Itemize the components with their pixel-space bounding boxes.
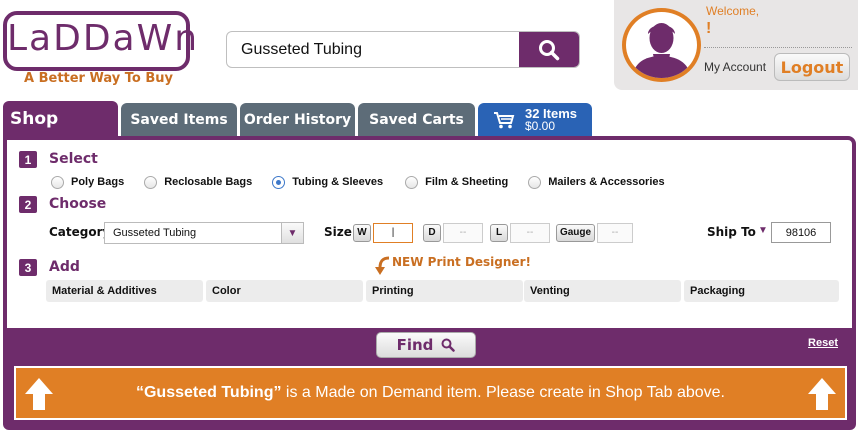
new-print-designer-text: NEW Print Designer! xyxy=(392,255,531,269)
category-value: Gusseted Tubing xyxy=(113,227,197,239)
made-on-demand-notice: “Gusseted Tubing” is a Made on Demand it… xyxy=(14,366,847,420)
gauge-field: Gauge -- xyxy=(556,222,633,243)
cart-item-count: 32 Items xyxy=(524,105,578,121)
category-select[interactable]: Gusseted Tubing ▼ xyxy=(104,222,304,244)
product-type-group: Poly Bags Reclosable Bags Tubing & Sleev… xyxy=(51,174,685,190)
add-color[interactable]: Color xyxy=(206,280,363,302)
account-panel: Welcome, ! My Account Logout xyxy=(614,0,858,90)
curved-arrow-icon xyxy=(375,256,390,275)
avatar xyxy=(622,8,701,82)
size-label: Size xyxy=(324,225,352,239)
logo[interactable]: LaDDaWn xyxy=(3,11,200,71)
radio-mailers-accessories[interactable]: Mailers & Accessories xyxy=(528,175,665,189)
tagline: A Better Way To Buy xyxy=(24,71,173,86)
step-number-add: 3 xyxy=(19,259,37,276)
logo-text: LaDDaWn xyxy=(7,18,200,59)
radio-label: Tubing & Sleeves xyxy=(292,176,384,188)
depth-tag: D xyxy=(423,223,441,242)
notice-item-name: “Gusseted Tubing” xyxy=(135,384,282,401)
radio-label: Film & Sheeting xyxy=(425,176,509,188)
shop-panel: 1 Select Poly Bags Reclosable Bags Tubin… xyxy=(3,136,856,332)
tab-cart[interactable]: 32 Items $0.00 xyxy=(478,103,592,136)
tab-saved-carts[interactable]: Saved Carts xyxy=(358,103,475,136)
width-tag: W xyxy=(353,223,371,242)
arrow-up-icon xyxy=(25,378,53,410)
caret-down-icon[interactable]: ▼ xyxy=(758,225,768,236)
reset-link[interactable]: Reset xyxy=(808,337,838,349)
radio-label: Mailers & Accessories xyxy=(548,176,665,188)
step-title-choose: Choose xyxy=(49,196,107,212)
depth-field: D -- xyxy=(423,222,483,243)
category-label: Category xyxy=(49,225,111,239)
depth-input[interactable]: -- xyxy=(443,222,483,243)
length-tag: L xyxy=(490,223,508,242)
search-icon xyxy=(441,338,456,352)
search-button[interactable] xyxy=(519,32,579,67)
gauge-input[interactable]: -- xyxy=(597,222,633,243)
cart-summary: 32 Items $0.00 xyxy=(525,107,577,133)
width-field: W | xyxy=(353,222,413,243)
length-field: L -- xyxy=(490,222,550,243)
radio-tubing-sleeves[interactable]: Tubing & Sleeves xyxy=(272,175,384,189)
step-title-select: Select xyxy=(49,151,98,167)
radio-button[interactable] xyxy=(528,175,542,189)
step-number-choose: 2 xyxy=(19,196,37,213)
gauge-tag: Gauge xyxy=(556,223,595,242)
add-packaging[interactable]: Packaging xyxy=(684,280,839,302)
radio-reclosable-bags[interactable]: Reclosable Bags xyxy=(144,175,253,189)
user-icon xyxy=(632,23,691,78)
tab-order-history[interactable]: Order History xyxy=(240,103,355,136)
user-name: ! xyxy=(706,20,712,37)
width-input[interactable]: | xyxy=(373,222,413,243)
radio-button[interactable] xyxy=(405,175,419,189)
ship-to-zip-input[interactable]: 98106 xyxy=(771,222,831,243)
search-input[interactable] xyxy=(227,32,519,67)
welcome-text: Welcome, xyxy=(706,4,760,18)
cart-icon xyxy=(493,111,515,128)
step-number-select: 1 xyxy=(19,151,37,168)
radio-label: Poly Bags xyxy=(71,176,125,188)
find-label: Find xyxy=(396,336,434,354)
radio-label: Reclosable Bags xyxy=(164,176,253,188)
radio-button-selected[interactable] xyxy=(272,175,286,189)
notice-text: “Gusseted Tubing” is a Made on Demand it… xyxy=(136,384,725,402)
tab-saved-items[interactable]: Saved Items xyxy=(121,103,237,136)
ship-to-label: Ship To xyxy=(707,225,756,239)
radio-button[interactable] xyxy=(144,175,158,189)
length-input[interactable]: -- xyxy=(510,222,550,243)
radio-button[interactable] xyxy=(51,175,64,189)
tab-shop[interactable]: Shop xyxy=(3,101,118,136)
add-printing[interactable]: Printing xyxy=(366,280,523,302)
divider xyxy=(704,47,852,48)
logout-button[interactable]: Logout xyxy=(774,53,850,81)
cart-total: $0.00 xyxy=(524,118,555,133)
search-bar xyxy=(226,31,580,68)
radio-film-sheeting[interactable]: Film & Sheeting xyxy=(405,175,509,189)
add-material-additives[interactable]: Material & Additives xyxy=(46,280,203,302)
notice-message: is a Made on Demand item. Please create … xyxy=(281,384,725,401)
step-title-add: Add xyxy=(49,259,80,275)
search-icon xyxy=(539,39,560,60)
chevron-down-icon[interactable]: ▼ xyxy=(281,223,303,243)
action-bar: Find Reset “Gusseted Tubing” is a Made o… xyxy=(3,328,856,430)
arrow-up-icon xyxy=(808,378,836,410)
my-account-link[interactable]: My Account xyxy=(704,60,766,74)
add-venting[interactable]: Venting xyxy=(524,280,681,302)
new-print-designer-link[interactable]: NEW Print Designer! xyxy=(375,255,531,276)
find-button[interactable]: Find xyxy=(376,332,476,358)
radio-poly-bags[interactable]: Poly Bags xyxy=(51,175,125,189)
